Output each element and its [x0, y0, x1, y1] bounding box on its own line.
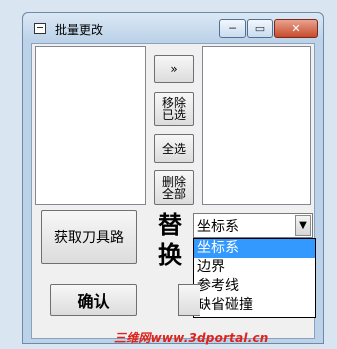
delete-all-label: 删除全部: [162, 174, 187, 201]
obscured-button[interactable]: [178, 284, 200, 316]
batch-edit-window: 批量更改 ─ ▭ ✕ » 移除已选 全选 删除全部 获取刀具路 替换 坐标系 ▼…: [22, 12, 324, 344]
remove-selected-button[interactable]: 移除已选: [154, 92, 194, 126]
title-bar[interactable]: 批量更改 ─ ▭ ✕: [23, 13, 323, 41]
target-listbox[interactable]: [202, 46, 311, 205]
delete-all-button[interactable]: 删除全部: [154, 170, 194, 205]
combo-selected-value: 坐标系: [197, 219, 239, 235]
dropdown-option[interactable]: 缺省碰撞: [194, 296, 315, 315]
move-button[interactable]: »: [154, 55, 194, 83]
replace-type-combobox[interactable]: 坐标系 ▼: [193, 213, 313, 238]
watermark-text: 三维网www.3dportal.cn: [114, 331, 269, 345]
dropdown-option[interactable]: 边界: [194, 258, 315, 277]
get-toolpath-label: 获取刀具路: [54, 230, 124, 246]
close-button[interactable]: ✕: [274, 19, 318, 38]
select-all-label: 全选: [161, 141, 186, 156]
get-toolpath-button[interactable]: 获取刀具路: [41, 210, 137, 264]
app-icon: [34, 23, 46, 34]
source-listbox[interactable]: [35, 46, 146, 205]
combo-dropdown-list: 坐标系 边界 参考线 缺省碰撞: [193, 238, 316, 318]
confirm-label: 确认: [77, 292, 110, 311]
window-title: 批量更改: [55, 23, 104, 37]
dialog-client-area: » 移除已选 全选 删除全部 获取刀具路 替换 坐标系 ▼ 坐标系 边界 参考线…: [31, 43, 316, 339]
replace-label: 替换: [158, 210, 182, 269]
remove-selected-label: 移除已选: [162, 96, 187, 122]
confirm-button[interactable]: 确认: [50, 284, 137, 316]
dropdown-option[interactable]: 参考线: [194, 277, 315, 296]
select-all-button[interactable]: 全选: [154, 134, 194, 163]
chevron-down-icon[interactable]: ▼: [295, 215, 311, 236]
minimize-button[interactable]: ─: [219, 19, 246, 38]
dropdown-option[interactable]: 坐标系: [194, 239, 315, 258]
maximize-button[interactable]: ▭: [247, 19, 273, 38]
move-label: »: [170, 62, 178, 76]
